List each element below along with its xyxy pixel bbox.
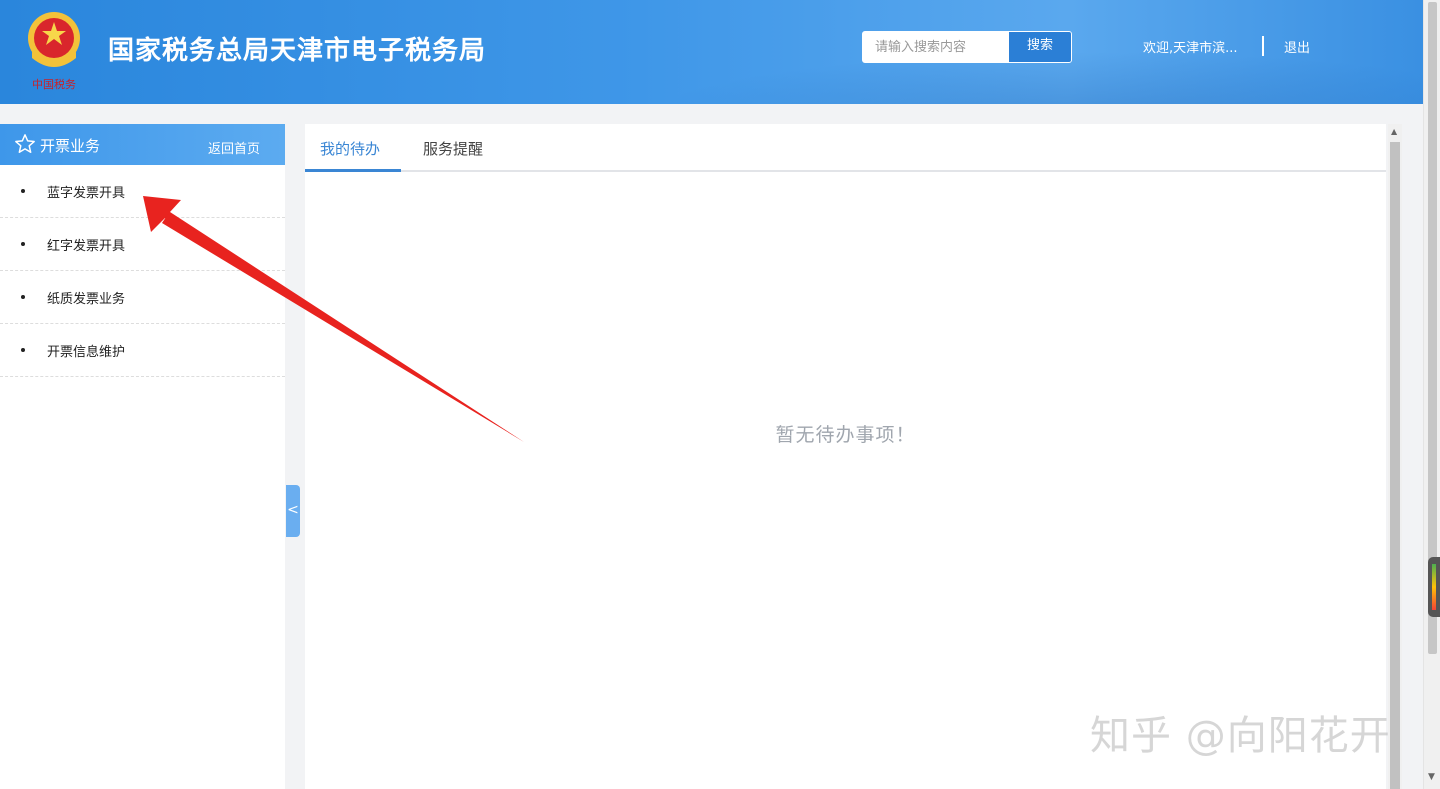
tab-service-reminder[interactable]: 服务提醒 <box>423 138 483 159</box>
bullet <box>21 242 25 246</box>
sidebar-item-red-invoice[interactable]: 红字发票开具 <box>0 218 285 271</box>
sidebar-header: 开票业务 返回首页 <box>0 124 285 165</box>
page-scrollbar[interactable]: ▼ <box>1423 0 1440 789</box>
collapse-sidebar-button[interactable]: < <box>286 485 300 537</box>
emblem-text: 中国税务 <box>32 77 76 91</box>
sidebar-title: 开票业务 <box>40 137 101 155</box>
main-panel: 我的待办 服务提醒 暂无待办事项！ <box>305 124 1386 789</box>
site-title: 国家税务总局天津市电子税务局 <box>108 36 487 66</box>
sidebar-item-label: 蓝字发票开具 <box>47 186 126 201</box>
top-header: 中国税务 国家税务总局天津市电子税务局 搜索 欢迎,天津市滨... 退出 <box>0 0 1423 104</box>
edge-widget[interactable] <box>1428 557 1440 617</box>
emblem-logo: 中国税务 <box>28 12 80 91</box>
sidebar-item-label: 红字发票开具 <box>47 239 126 254</box>
tab-bar: 我的待办 服务提醒 <box>305 124 1386 172</box>
header-divider <box>1262 36 1264 56</box>
sidebar-item-blue-invoice[interactable]: 蓝字发票开具 <box>0 165 285 218</box>
scroll-up-icon[interactable]: ▲ <box>1391 127 1397 136</box>
active-tab-indicator <box>305 169 401 172</box>
content-scrollbar-thumb[interactable] <box>1390 142 1400 789</box>
search-button[interactable]: 搜索 <box>1009 32 1071 62</box>
search-input[interactable] <box>863 32 1005 62</box>
back-home-link[interactable]: 返回首页 <box>208 138 260 157</box>
content-scrollbar[interactable]: ▲ <box>1388 124 1402 789</box>
bullet <box>21 295 25 299</box>
tab-my-todo[interactable]: 我的待办 <box>320 138 380 159</box>
search-box: 搜索 <box>862 31 1072 63</box>
bullet <box>21 189 25 193</box>
logout-link[interactable]: 退出 <box>1284 37 1310 56</box>
sidebar-item-invoice-info[interactable]: 开票信息维护 <box>0 324 285 377</box>
sidebar: 开票业务 返回首页 蓝字发票开具 红字发票开具 纸质发票业务 开票信息维护 <box>0 124 285 789</box>
sidebar-item-label: 纸质发票业务 <box>47 292 126 307</box>
scroll-down-icon[interactable]: ▼ <box>1428 772 1435 782</box>
empty-todo-message: 暂无待办事项！ <box>775 424 916 446</box>
welcome-user[interactable]: 欢迎,天津市滨... <box>1143 37 1238 56</box>
sidebar-item-label: 开票信息维护 <box>47 345 126 360</box>
watermark: 知乎 @向阳花开 <box>1090 713 1391 759</box>
star-icon <box>15 134 35 153</box>
sidebar-item-paper-invoice[interactable]: 纸质发票业务 <box>0 271 285 324</box>
bullet <box>21 348 25 352</box>
